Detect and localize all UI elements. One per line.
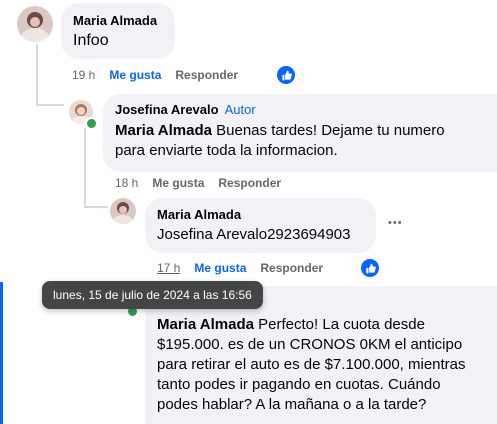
avatar-maria-almada[interactable] <box>110 198 136 224</box>
thread-line-sub <box>84 128 86 208</box>
comment-bubble-1: Maria Almada Infoo <box>61 3 175 59</box>
comment-time[interactable]: 18 h <box>115 176 138 190</box>
comment-text: Maria Almada Perfecto! La cuota desde $1… <box>157 315 485 415</box>
comment-text: Infoo <box>73 32 109 49</box>
comment-time[interactable]: 19 h <box>72 68 95 82</box>
online-status-icon <box>85 117 98 130</box>
like-button[interactable]: Me gusta <box>109 68 161 82</box>
comment-text-line: Perfecto! La cuota desde <box>253 316 425 333</box>
comment-text: Josefina Arevalo2923694903 <box>157 226 351 243</box>
like-reaction-icon[interactable] <box>361 259 379 277</box>
comment-text-line: Buenas tardes! Dejame tu numero <box>211 122 445 139</box>
thread-line-curve <box>36 104 64 106</box>
like-button[interactable]: Me gusta <box>194 261 246 275</box>
comment-text-line: para enviarte toda la informacion. <box>115 142 338 159</box>
comment-author[interactable]: Josefina Arevalo <box>115 102 219 117</box>
comment-time[interactable]: 17 h <box>157 261 180 275</box>
thread-line-main <box>36 44 38 106</box>
comment-text-line: para retirar el auto es de $7.100.000, m… <box>157 356 466 373</box>
comment-author[interactable]: Maria Almada <box>73 13 163 28</box>
reply-button[interactable]: Responder <box>260 261 323 275</box>
mention-link[interactable]: Maria Almada <box>115 122 212 139</box>
comment-bubble-2: Josefina Arevalo Autor Maria Almada Buena… <box>103 94 497 172</box>
comment-text-line: podes hablar? A la mañana o a la tarde? <box>157 396 427 413</box>
author-badge: Autor <box>224 102 256 117</box>
like-button[interactable]: Me gusta <box>152 176 204 190</box>
like-reaction-icon[interactable] <box>277 66 295 84</box>
timestamp-tooltip: lunes, 15 de julio de 2024 a las 16:56 <box>42 281 263 309</box>
avatar-maria-almada[interactable] <box>17 6 53 42</box>
mention-link[interactable]: Maria Almada <box>157 316 254 333</box>
thread-line-sub-curve <box>84 206 108 208</box>
comment-actions-3: 17 h Me gusta Responder <box>157 261 323 275</box>
reply-button[interactable]: Responder <box>218 176 281 190</box>
comment-author[interactable]: Maria Almada <box>157 207 364 222</box>
reply-button[interactable]: Responder <box>175 68 238 82</box>
comment-author-line: Josefina Arevalo Autor <box>115 102 485 117</box>
comment-actions-2: 18 h Me gusta Responder <box>115 176 281 190</box>
comment-text-line: $195.000. es de un CRONOS 0KM el anticip… <box>157 336 463 353</box>
comment-actions-1: 19 h Me gusta Responder <box>72 68 238 82</box>
comment-text: Maria Almada Buenas tardes! Dejame tu nu… <box>115 121 485 161</box>
comment-bubble-3: Maria Almada Josefina Arevalo2923694903 <box>145 198 376 253</box>
comment-text-line: tanto podes ir pagando en cuotas. Cuándo <box>157 376 441 393</box>
focus-edge <box>0 282 3 424</box>
more-options-icon[interactable]: ••• <box>388 217 403 229</box>
